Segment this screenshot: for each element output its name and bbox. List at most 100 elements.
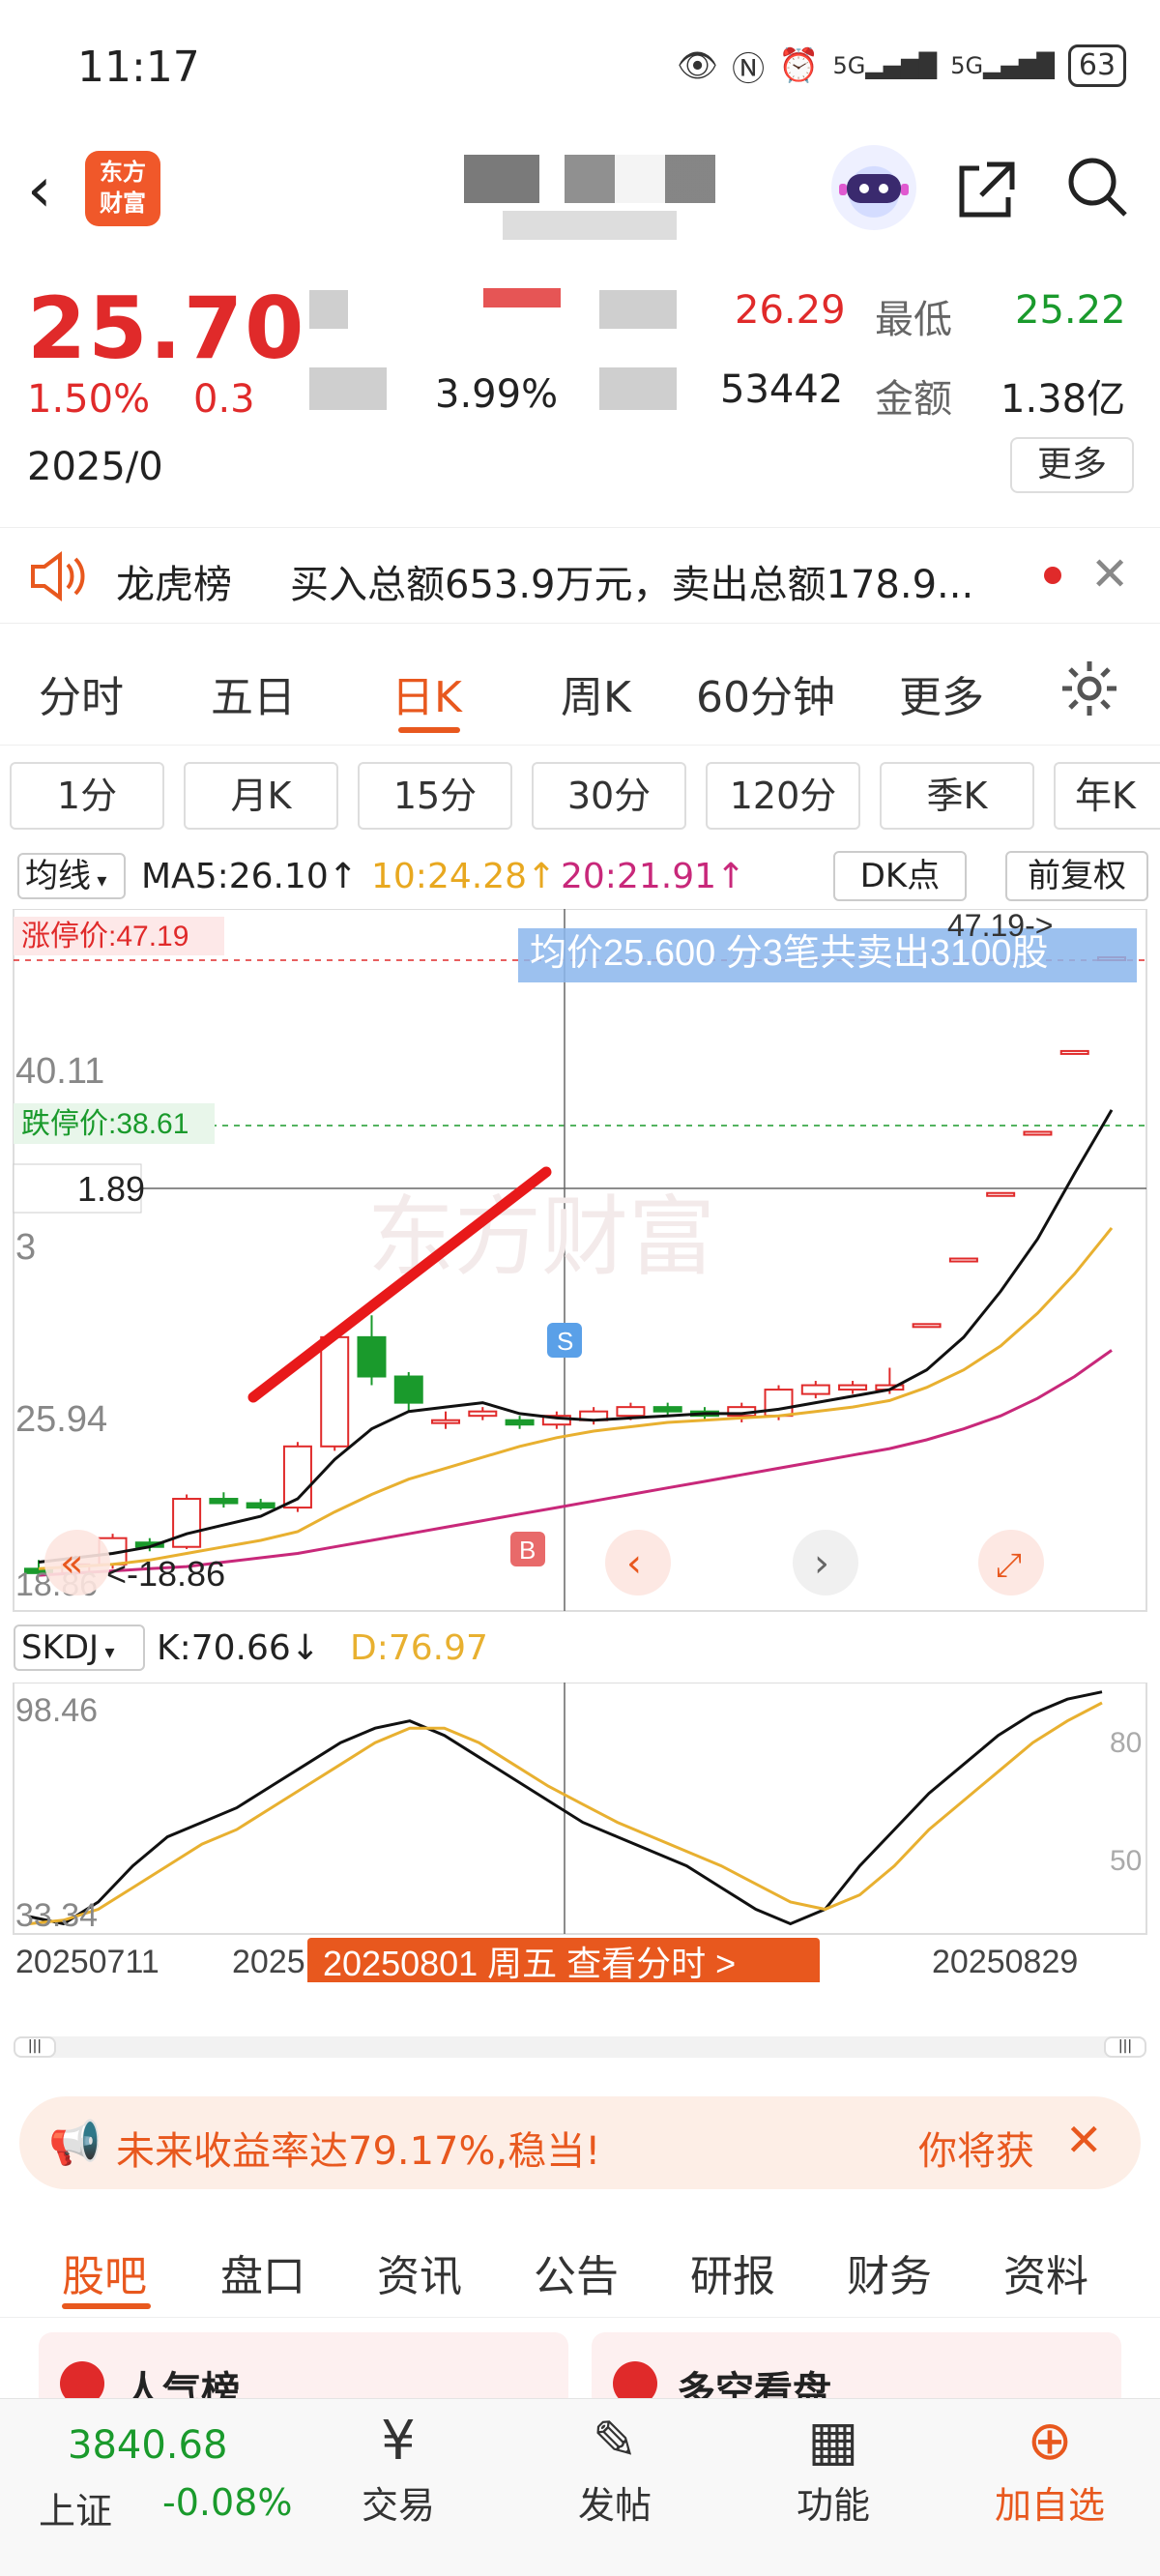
tab-weekly-k[interactable]: 周K xyxy=(561,662,631,724)
quote-panel: 25.70 1.50% 0.3 2025/0 3.99% 26.29 最低 25… xyxy=(0,271,1160,503)
functions-button[interactable]: ▦ 功能 xyxy=(756,2408,911,2529)
skdj-chart[interactable]: 98.46 33.34 80 50 20250711 2025 20250829… xyxy=(0,1683,1160,1982)
megaphone-icon: 📢 xyxy=(48,2119,102,2168)
date-partial: 2025 xyxy=(232,1944,305,1980)
min-price-label: <-18.86 xyxy=(106,1554,225,1594)
promo-banner[interactable]: 📢 未来收益率达79.17%,稳当! 你将获 ✕ xyxy=(19,2096,1141,2189)
status-bar: 11:17 👁 Ⓝ ⏰ 5G▂▄▆█ 5G▂▄▆█ 63 xyxy=(0,0,1160,135)
index-value[interactable]: 3840.68 xyxy=(68,2423,227,2468)
logo-line: 东方 xyxy=(100,159,146,186)
notice-bar[interactable]: 龙虎榜 买入总额653.9万元，卖出总额178.9... ✕ xyxy=(0,527,1160,624)
ai-assistant-icon[interactable] xyxy=(831,145,916,230)
date-right: 20250829 xyxy=(932,1944,1078,1980)
settings-icon[interactable] xyxy=(1058,658,1120,723)
tab-reports[interactable]: 研报 xyxy=(690,2241,775,2303)
low-label: 最低 xyxy=(875,298,952,342)
tab-intraday[interactable]: 分时 xyxy=(39,662,124,724)
chart-scrollbar[interactable]: ||| ||| xyxy=(14,2036,1146,2058)
ma-select[interactable]: 均线 ▾ xyxy=(17,853,126,899)
kline-chart[interactable]: 东方财富 涨停价:47.19 跌停价:38.61 均价25.600 分3笔共卖出… xyxy=(0,909,1160,1615)
candle-body xyxy=(505,1419,535,1426)
double-chevron-left-icon: « xyxy=(60,1541,83,1586)
functions-label: 功能 xyxy=(796,2484,870,2527)
y-tick: 40.11 xyxy=(15,1051,104,1092)
speaker-icon xyxy=(27,549,85,607)
more-button[interactable]: 更多 xyxy=(1010,437,1134,493)
cross-price-label: 1.89 xyxy=(77,1169,145,1209)
high-price: 26.29 xyxy=(735,288,846,333)
close-icon[interactable]: ✕ xyxy=(1090,547,1129,601)
period-yearly[interactable]: 年K xyxy=(1054,762,1160,830)
post-label: 发帖 xyxy=(577,2484,652,2527)
candle-body xyxy=(800,1384,830,1395)
candle-body xyxy=(948,1257,978,1263)
blur-block xyxy=(483,288,561,307)
trade-icon: ¥ xyxy=(381,2410,416,2473)
candle-body xyxy=(838,1384,868,1391)
period-15min[interactable]: 15分 xyxy=(358,762,512,830)
ma10-value: 10:24.28↑ xyxy=(371,857,557,896)
promo-right: 你将获 xyxy=(918,2129,1034,2174)
candle-body xyxy=(246,1502,276,1509)
candle-body xyxy=(764,1389,794,1418)
notice-label: 龙虎榜 xyxy=(116,563,232,607)
period-120min[interactable]: 120分 xyxy=(706,762,860,830)
tab-daily-k[interactable]: 日K xyxy=(392,662,462,724)
dk-point-button[interactable]: DK点 xyxy=(833,851,967,901)
stock-name-blurred xyxy=(464,155,715,203)
tab-announcements[interactable]: 公告 xyxy=(534,2241,619,2303)
index-change[interactable]: -0.08% xyxy=(162,2481,292,2524)
search-icon[interactable] xyxy=(1063,153,1131,235)
period-1min[interactable]: 1分 xyxy=(10,762,164,830)
divider xyxy=(0,745,1160,746)
skdj-select[interactable]: SKDJ ▾ xyxy=(14,1625,145,1671)
blur-block xyxy=(599,290,677,329)
sell-marker-text: S xyxy=(557,1327,573,1356)
battery-icon: 63 xyxy=(1067,44,1127,87)
notice-text: 买入总额653.9万元，卖出总额178.9... xyxy=(290,563,974,607)
period-quarterly[interactable]: 季K xyxy=(880,762,1034,830)
price-right-label: 47.19-> xyxy=(947,909,1053,943)
skdj-y-50: 50 xyxy=(1110,1845,1142,1877)
low-price: 25.22 xyxy=(1015,288,1126,333)
period-30min[interactable]: 30分 xyxy=(532,762,686,830)
tab-60min[interactable]: 60分钟 xyxy=(696,662,835,724)
app-logo[interactable]: 东方 财富 xyxy=(85,151,160,226)
plus-circle-icon: ⊕ xyxy=(1027,2410,1073,2473)
unread-dot xyxy=(1044,567,1061,584)
add-watchlist-button[interactable]: ⊕ 加自选 xyxy=(972,2408,1127,2529)
tab-news[interactable]: 资讯 xyxy=(377,2241,462,2303)
skdj-k-value: K:70.66↓ xyxy=(157,1628,320,1668)
tab-profile[interactable]: 资料 xyxy=(1003,2241,1088,2303)
adjust-button[interactable]: 前复权 xyxy=(1005,851,1148,901)
period-monthly[interactable]: 月K xyxy=(184,762,338,830)
tab-five-day[interactable]: 五日 xyxy=(211,662,296,724)
back-icon[interactable]: ‹ xyxy=(27,155,52,226)
candle-body xyxy=(393,1375,423,1404)
turnover-rate: 3.99% xyxy=(435,372,559,417)
active-tab-underline xyxy=(398,727,460,733)
share-icon[interactable] xyxy=(952,157,1020,239)
tab-more[interactable]: 更多 xyxy=(899,662,984,724)
tab-orderbook[interactable]: 盘口 xyxy=(220,2241,305,2303)
scroll-handle-right[interactable]: ||| xyxy=(1104,2036,1146,2058)
candle-body xyxy=(1059,1049,1089,1055)
candle-body xyxy=(468,1410,498,1418)
ma5-value: MA5:26.10↑ xyxy=(141,857,358,896)
nfc-icon: Ⓝ xyxy=(732,49,766,89)
change-amount: 0.3 xyxy=(193,377,255,422)
amount-label: 金额 xyxy=(875,377,952,422)
limit-up-label: 涨停价:47.19 xyxy=(21,921,188,952)
scroll-handle-left[interactable]: ||| xyxy=(14,2036,56,2058)
stock-header: ‹ 东方 财富 xyxy=(0,135,1160,261)
tab-financials[interactable]: 财务 xyxy=(847,2241,932,2303)
stock-code-blurred xyxy=(503,211,677,240)
skdj-y-top: 98.46 xyxy=(15,1692,98,1729)
close-icon[interactable]: ✕ xyxy=(1065,2114,1103,2166)
post-button[interactable]: ✎ 发帖 xyxy=(537,2408,692,2529)
trade-button[interactable]: ¥ 交易 xyxy=(321,2408,476,2529)
candle-body xyxy=(172,1498,202,1548)
index-name[interactable]: 上证 xyxy=(39,2481,112,2534)
signal-icon: 5G▂▄▆█ xyxy=(950,52,1055,79)
tab-forum[interactable]: 股吧 xyxy=(62,2241,147,2303)
